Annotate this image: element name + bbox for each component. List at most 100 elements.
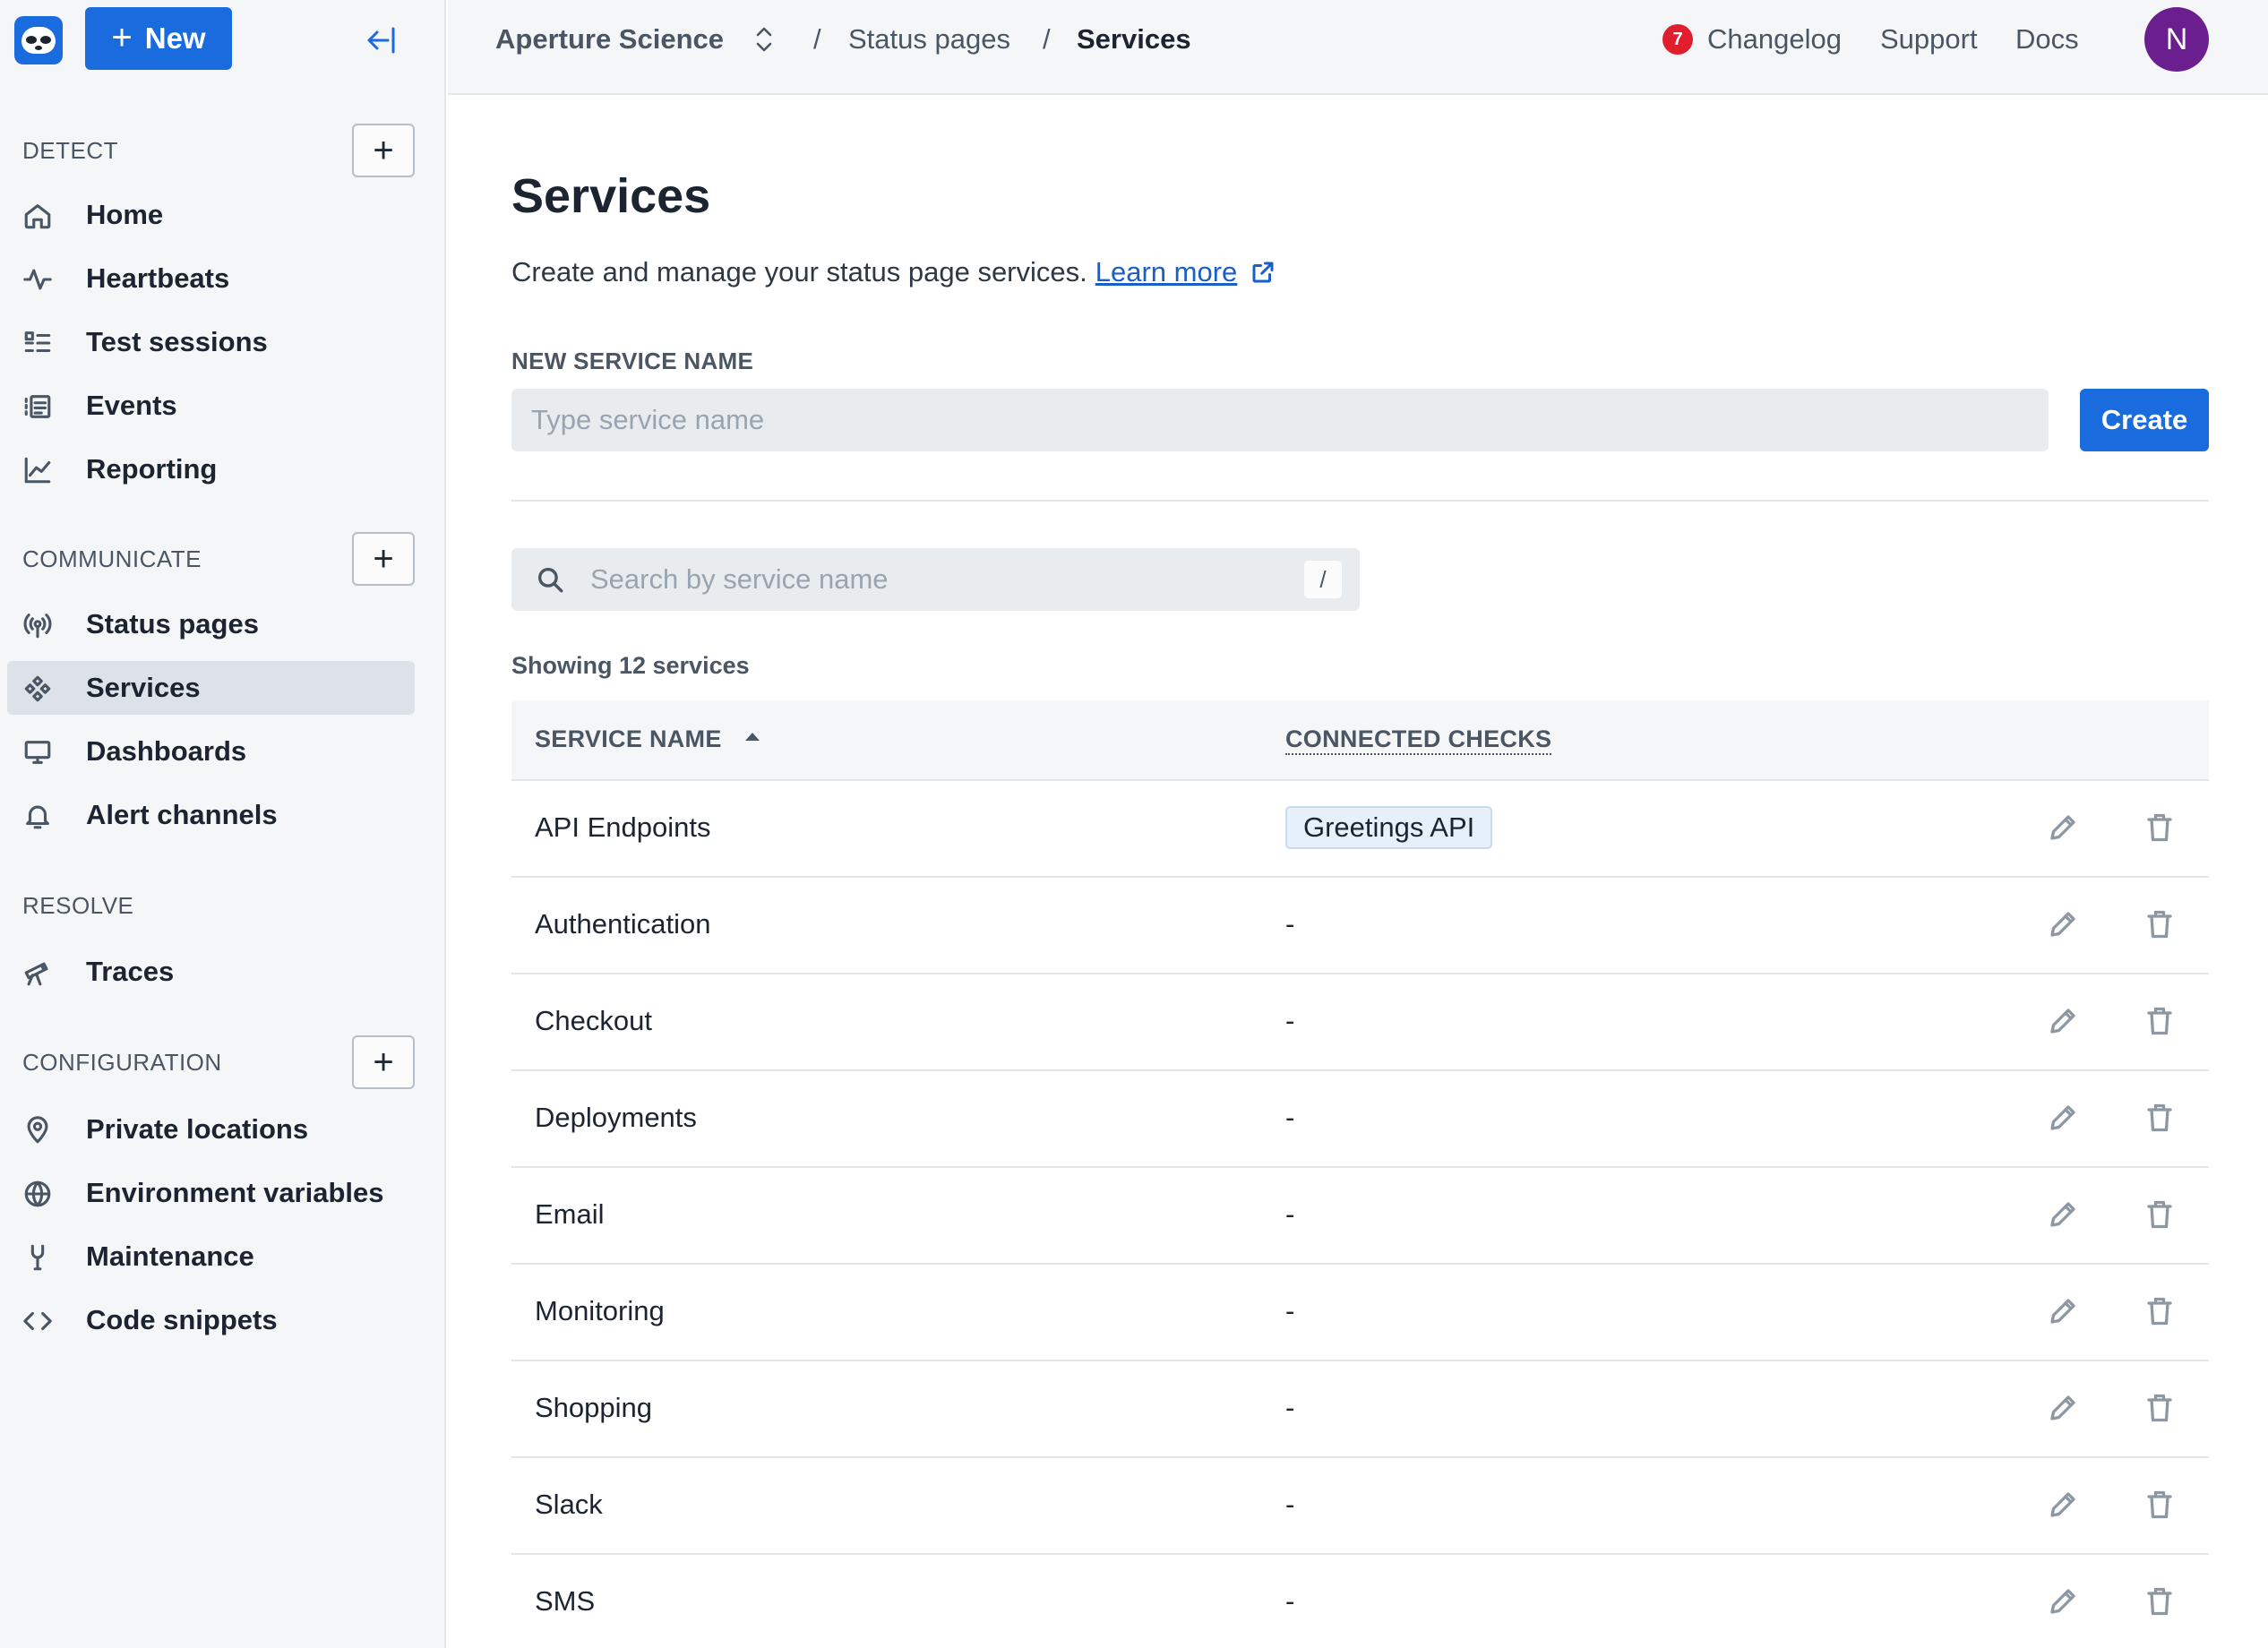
service-name-cell: Shopping	[535, 1392, 653, 1423]
breadcrumb-separator: /	[1043, 23, 1051, 55]
sidebar-item-label: Test sessions	[86, 326, 268, 357]
create-button[interactable]: Create	[2080, 389, 2209, 451]
sidebar-item-label: Status pages	[86, 608, 259, 639]
pencil-icon	[2050, 815, 2075, 840]
sidebar-item-label: Home	[86, 199, 164, 230]
connected-checks-cell: -	[1285, 1585, 1295, 1617]
table-row: Monitoring -	[511, 1265, 2209, 1361]
sidebar-item-dashboards[interactable]: Dashboards	[7, 725, 415, 778]
edit-service-button[interactable]	[2047, 1392, 2081, 1426]
connected-check-chip[interactable]: Greetings API	[1285, 806, 1493, 849]
page-description-text: Create and manage your status page servi…	[511, 256, 1087, 288]
table-row: Checkout -	[511, 974, 2209, 1071]
search-icon	[537, 567, 563, 593]
support-link[interactable]: Support	[1880, 23, 1978, 56]
sidebar-item-test-sessions[interactable]: Test sessions	[7, 315, 415, 369]
external-link-icon[interactable]	[1250, 259, 1276, 286]
edit-service-button[interactable]	[2047, 1295, 2081, 1329]
delete-service-button[interactable]	[2143, 908, 2178, 942]
events-list-icon	[21, 391, 54, 423]
sidebar-item-private-locations[interactable]: Private locations	[7, 1103, 415, 1156]
sidebar-item-traces[interactable]: Traces	[7, 945, 415, 999]
main-content: Services Create and manage your status p…	[448, 95, 2268, 1648]
sidebar-item-heartbeats[interactable]: Heartbeats	[7, 252, 415, 305]
table-row: Slack -	[511, 1458, 2209, 1555]
sidebar-item-label: Dashboards	[86, 735, 247, 767]
avatar[interactable]: N	[2144, 7, 2209, 72]
sort-ascending-icon	[744, 733, 760, 741]
delete-service-button[interactable]	[2143, 1489, 2178, 1523]
connected-checks-cell: -	[1285, 1198, 1295, 1230]
edit-service-button[interactable]	[2047, 1102, 2081, 1136]
pencil-icon	[2050, 1299, 2075, 1324]
sidebar: + New DETECT + Home Heartbeats Test sess…	[0, 0, 446, 1648]
changelog-link[interactable]: Changelog	[1707, 23, 1842, 56]
sidebar-item-maintenance[interactable]: Maintenance	[7, 1230, 415, 1283]
section-communicate-label: COMMUNICATE	[22, 545, 202, 572]
add-configuration-button[interactable]: +	[352, 1035, 415, 1089]
map-pin-icon	[21, 1114, 54, 1146]
chart-line-icon	[21, 454, 54, 486]
delete-service-button[interactable]	[2143, 811, 2178, 845]
breadcrumb-separator: /	[813, 23, 821, 55]
sidebar-item-status-pages[interactable]: Status pages	[7, 597, 415, 651]
sidebar-item-label: Alert channels	[86, 799, 278, 830]
trash-icon	[2147, 813, 2172, 842]
sidebar-item-code-snippets[interactable]: Code snippets	[7, 1293, 415, 1347]
sidebar-item-environment-variables[interactable]: Environment variables	[7, 1166, 415, 1220]
delete-service-button[interactable]	[2143, 1295, 2178, 1329]
delete-service-button[interactable]	[2143, 1102, 2178, 1136]
delete-service-button[interactable]	[2143, 1585, 2178, 1619]
page-title: Services	[511, 169, 711, 223]
sidebar-item-home[interactable]: Home	[7, 188, 415, 242]
sidebar-item-reporting[interactable]: Reporting	[7, 442, 415, 496]
pulse-icon	[21, 263, 54, 296]
delete-service-button[interactable]	[2143, 1005, 2178, 1039]
collapse-sidebar-button[interactable]	[360, 20, 403, 61]
column-header-label: SERVICE NAME	[535, 725, 722, 752]
section-detect-label: DETECT	[22, 136, 118, 164]
app-logo-icon[interactable]	[14, 16, 63, 64]
add-communicate-button[interactable]: +	[352, 532, 415, 586]
search-box[interactable]: /	[511, 548, 1360, 611]
bell-icon	[21, 800, 54, 832]
sidebar-item-services[interactable]: Services	[7, 661, 415, 715]
service-name-cell: Deployments	[535, 1102, 697, 1133]
pencil-icon	[2050, 1202, 2075, 1227]
edit-service-button[interactable]	[2047, 1005, 2081, 1039]
edit-service-button[interactable]	[2047, 1198, 2081, 1232]
trash-icon	[2147, 1103, 2172, 1132]
new-service-name-input[interactable]	[511, 389, 2049, 451]
add-detect-button[interactable]: +	[352, 124, 415, 177]
connected-checks-cell: -	[1285, 1295, 1295, 1326]
learn-more-link[interactable]: Learn more	[1095, 256, 1238, 288]
search-input[interactable]	[590, 548, 1289, 611]
edit-service-button[interactable]	[2047, 1489, 2081, 1523]
trash-icon	[2147, 1200, 2172, 1229]
services-table: SERVICE NAME CONNECTED CHECKS API Endpoi…	[511, 700, 2209, 1648]
new-button[interactable]: + New	[85, 7, 232, 70]
sidebar-item-alert-channels[interactable]: Alert channels	[7, 788, 415, 842]
telescope-icon	[21, 957, 54, 989]
connected-checks-cell: -	[1285, 908, 1295, 940]
new-service-label: NEW SERVICE NAME	[511, 348, 754, 374]
table-row: API Endpoints Greetings API	[511, 781, 2209, 878]
service-name-cell: Email	[535, 1198, 605, 1230]
docs-link[interactable]: Docs	[2015, 23, 2079, 56]
table-row: Authentication -	[511, 878, 2209, 974]
chevron-up-down-icon[interactable]	[751, 23, 777, 56]
edit-service-button[interactable]	[2047, 1585, 2081, 1619]
column-header-service-name[interactable]: SERVICE NAME	[535, 725, 760, 753]
org-switcher[interactable]: Aperture Science	[495, 23, 724, 56]
edit-service-button[interactable]	[2047, 811, 2081, 845]
globe-icon	[21, 1178, 54, 1210]
delete-service-button[interactable]	[2143, 1392, 2178, 1426]
breadcrumb-status-pages[interactable]: Status pages	[848, 23, 1010, 56]
sidebar-item-events[interactable]: Events	[7, 379, 415, 433]
service-name-cell: SMS	[535, 1585, 596, 1617]
trash-icon	[2147, 1587, 2172, 1616]
column-header-connected-checks: CONNECTED CHECKS	[1285, 725, 1552, 755]
delete-service-button[interactable]	[2143, 1198, 2178, 1232]
edit-service-button[interactable]	[2047, 908, 2081, 942]
sidebar-item-label: Services	[86, 672, 201, 703]
